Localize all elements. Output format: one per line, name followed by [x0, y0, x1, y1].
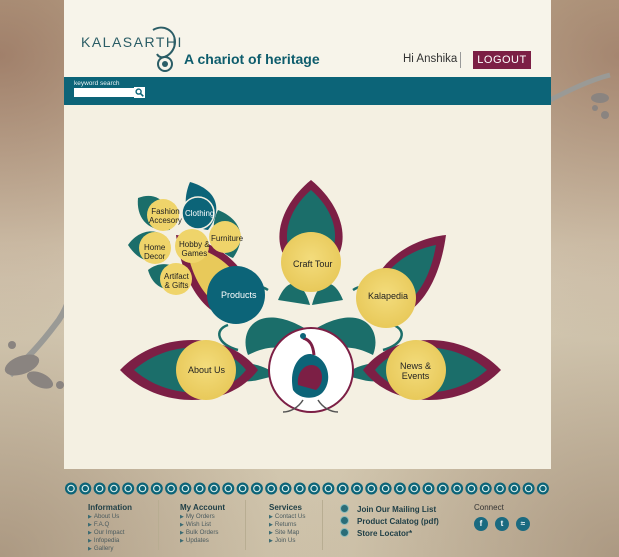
- search-input[interactable]: [74, 88, 138, 97]
- mailing-list-link[interactable]: Join Our Mailing List: [340, 504, 436, 514]
- tagline: A chariot of heritage: [184, 51, 320, 67]
- footer-divider: [245, 500, 246, 550]
- footer-link[interactable]: Updates: [180, 537, 225, 545]
- footer-my-account: My Account My Orders Wish List Bulk Orde…: [180, 503, 225, 545]
- logo-swirl-icon: [152, 26, 177, 72]
- footer-divider: [158, 500, 159, 550]
- footer-information-title: Information: [88, 503, 132, 512]
- footer-services: Services Contact Us Returns Site Map Joi…: [269, 503, 305, 545]
- label-about-us[interactable]: About Us: [188, 365, 225, 375]
- footer-link[interactable]: Infopedia: [88, 537, 132, 545]
- footer-link[interactable]: Gallery: [88, 545, 132, 553]
- petal-clothing[interactable]: [181, 182, 217, 230]
- label-artifact[interactable]: Artifact & Gifts: [164, 272, 189, 290]
- search-icon: [135, 88, 144, 97]
- footer-link[interactable]: About Us: [88, 513, 132, 521]
- footer-link[interactable]: Wish List: [180, 521, 225, 529]
- twitter-icon[interactable]: t: [495, 517, 509, 531]
- footer-my-account-title: My Account: [180, 503, 226, 512]
- label-kalapedia[interactable]: Kalapedia: [368, 291, 408, 301]
- footer-link[interactable]: Contact Us: [269, 513, 306, 521]
- footer-link[interactable]: Join Us: [269, 537, 305, 545]
- connect-title: Connect: [474, 503, 504, 512]
- facebook-icon[interactable]: f: [474, 517, 488, 531]
- product-catalog-link[interactable]: Product Calatog (pdf): [340, 516, 439, 526]
- logout-button[interactable]: LOGOUT: [473, 51, 531, 69]
- user-greeting: Hi Anshika: [403, 53, 458, 65]
- label-clothing[interactable]: Clothing: [185, 209, 214, 218]
- label-fashion[interactable]: Fashion Accesory: [149, 207, 182, 225]
- store-locator-link[interactable]: Store Locator*: [340, 528, 412, 538]
- footer-divider: [322, 500, 323, 550]
- footer-link[interactable]: My Orders: [180, 513, 225, 521]
- label-home-decor[interactable]: Home Decor: [144, 243, 165, 261]
- peacock-icon: [268, 327, 354, 413]
- footer-link[interactable]: Returns: [269, 521, 305, 529]
- label-news-events[interactable]: News & Events: [400, 361, 431, 381]
- footer-services-title: Services: [269, 503, 302, 512]
- footer-information: Information About Us F.A.Q Our Impact In…: [88, 503, 132, 553]
- label-hobby[interactable]: Hobby & Games: [179, 240, 210, 258]
- search-button[interactable]: [134, 87, 145, 98]
- petal-craft-tour[interactable]: [279, 180, 343, 292]
- footer-link[interactable]: Bulk Orders: [180, 529, 225, 537]
- header-divider: [460, 52, 461, 68]
- footer-link[interactable]: F.A.Q: [88, 521, 132, 529]
- bullet-icon: [340, 528, 349, 537]
- label-furniture[interactable]: Furniture: [211, 234, 243, 243]
- label-products[interactable]: Products: [221, 290, 257, 300]
- footer-link[interactable]: Site Map: [269, 529, 305, 537]
- petal-kalapedia[interactable]: [356, 235, 446, 328]
- bullet-icon: [340, 504, 349, 513]
- label-craft-tour[interactable]: Craft Tour: [293, 259, 332, 269]
- footer-border-pattern: [65, 482, 549, 495]
- bullet-icon: [340, 516, 349, 525]
- rss-icon[interactable]: ≈: [516, 517, 530, 531]
- footer-link[interactable]: Our Impact: [88, 529, 132, 537]
- search-label: keyword search: [74, 80, 120, 87]
